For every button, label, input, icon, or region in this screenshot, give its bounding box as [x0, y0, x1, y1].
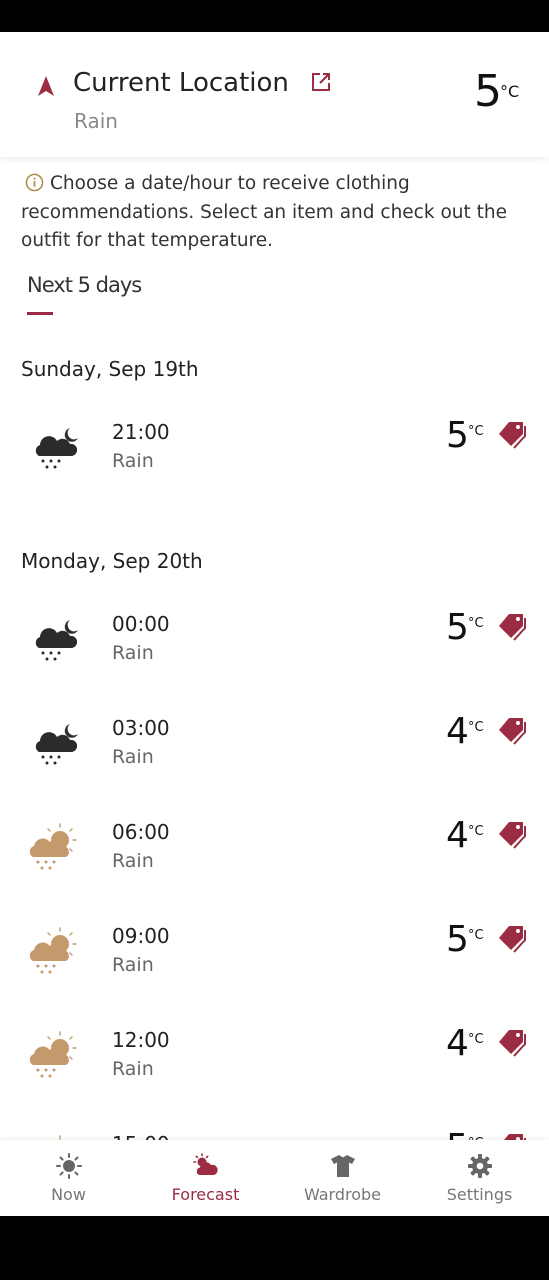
forecast-time: 09:00	[112, 924, 170, 948]
forecast-temperature: 4	[446, 711, 469, 752]
nav-forecast-label: Forecast	[171, 1185, 240, 1204]
gear-icon	[467, 1154, 492, 1178]
forecast-condition: Rain	[112, 1058, 154, 1080]
current-temperature-unit: °C	[500, 82, 520, 101]
day-header: Monday, Sep 20th	[21, 549, 203, 573]
nav-now-label: Now	[51, 1185, 86, 1204]
day-rain-icon	[29, 823, 77, 870]
forecast-temperature-unit: °C	[468, 720, 484, 735]
forecast-row[interactable]: 12:00 Rain 4 °C	[0, 1023, 549, 1132]
forecast-temperature: 5	[446, 607, 469, 648]
forecast-condition: Rain	[112, 450, 154, 472]
forecast-condition: Rain	[112, 642, 154, 664]
forecast-row[interactable]: 06:00 Rain 4 °C	[0, 815, 549, 924]
forecast-time: 21:00	[112, 420, 170, 444]
forecast-time: 06:00	[112, 820, 170, 844]
night-rain-icon	[35, 428, 78, 469]
forecast-temperature-unit: °C	[468, 1032, 484, 1047]
forecast-temperature-unit: °C	[468, 824, 484, 839]
forecast-row[interactable]: 00:00 Rain 5 °C	[0, 607, 549, 716]
clothing-tag-icon[interactable]	[497, 716, 527, 746]
forecast-time: 00:00	[112, 612, 170, 636]
forecast-condition: Rain	[112, 746, 154, 768]
app-screen: Current Location Rain 5 °C Choose a date…	[0, 32, 549, 1216]
forecast-condition: Rain	[112, 850, 154, 872]
forecast-time: 12:00	[112, 1028, 170, 1052]
clothing-tag-icon[interactable]	[497, 820, 527, 850]
forecast-time: 03:00	[112, 716, 170, 740]
tab-indicator	[27, 312, 53, 315]
clothing-tag-icon[interactable]	[497, 420, 527, 450]
open-external-icon[interactable]	[311, 72, 331, 92]
nav-forecast[interactable]: Forecast	[137, 1140, 274, 1216]
location-header: Current Location Rain 5 °C	[0, 32, 549, 157]
location-title[interactable]: Current Location	[73, 68, 289, 98]
forecast-row[interactable]: 21:00 Rain 5 °C	[0, 415, 549, 524]
nav-wardrobe[interactable]: Wardrobe	[274, 1140, 411, 1216]
current-condition: Rain	[74, 109, 118, 133]
location-arrow-icon	[38, 76, 54, 96]
nav-settings-label: Settings	[446, 1185, 513, 1204]
current-temperature: 5	[474, 66, 502, 117]
forecast-temperature-unit: °C	[468, 616, 484, 631]
info-text: Choose a date/hour to receive clothing r…	[21, 173, 507, 251]
status-bar	[0, 0, 549, 32]
night-rain-icon	[35, 620, 78, 661]
day-rain-icon	[29, 1031, 77, 1078]
clothing-tag-icon[interactable]	[497, 1028, 527, 1058]
tab-next-5-days[interactable]: Next 5 days	[27, 273, 142, 297]
forecast-temperature: 5	[446, 415, 469, 456]
night-rain-icon	[35, 724, 78, 765]
clothing-tag-icon[interactable]	[497, 612, 527, 642]
system-navigation-bar	[0, 1216, 549, 1280]
nav-wardrobe-label: Wardrobe	[303, 1185, 382, 1204]
info-icon	[25, 173, 44, 192]
forecast-temperature-unit: °C	[468, 424, 484, 439]
info-message: Choose a date/hour to receive clothing r…	[21, 170, 521, 256]
forecast-row[interactable]: 09:00 Rain 5 °C	[0, 919, 549, 1028]
sun-icon	[55, 1153, 82, 1179]
forecast-temperature: 4	[446, 1023, 469, 1064]
forecast-temperature: 4	[446, 815, 469, 856]
forecast-row[interactable]: 03:00 Rain 4 °C	[0, 711, 549, 820]
forecast-temperature-unit: °C	[468, 928, 484, 943]
nav-settings[interactable]: Settings	[411, 1140, 548, 1216]
tshirt-icon	[330, 1155, 355, 1177]
forecast-temperature: 5	[446, 919, 469, 960]
day-header: Sunday, Sep 19th	[21, 357, 199, 381]
forecast-condition: Rain	[112, 954, 154, 976]
cloud-sun-icon	[192, 1153, 218, 1175]
bottom-navigation: Now Forecast Wardrobe Settings	[0, 1140, 549, 1216]
day-rain-icon	[29, 927, 77, 974]
nav-now[interactable]: Now	[0, 1140, 137, 1216]
clothing-tag-icon[interactable]	[497, 924, 527, 954]
